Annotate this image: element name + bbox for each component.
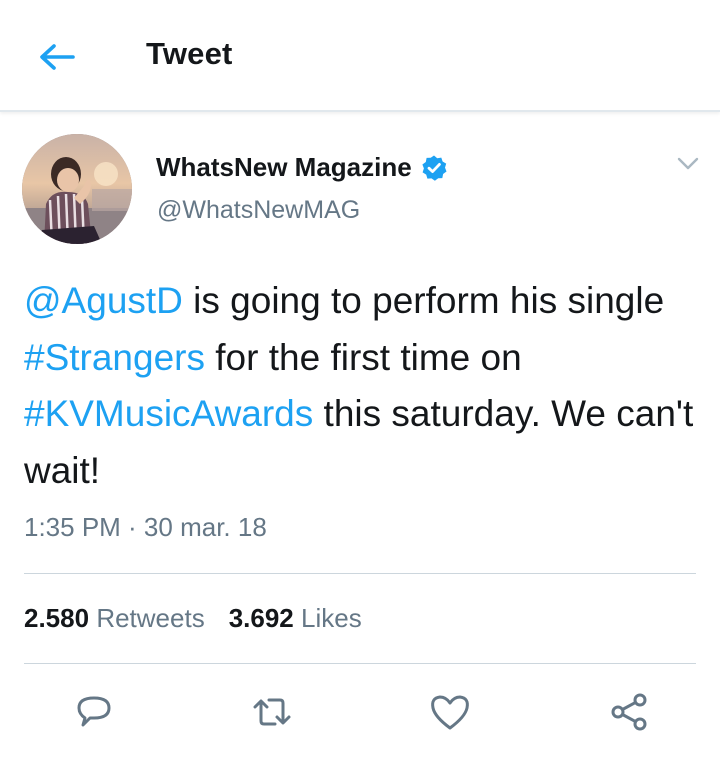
arrow-left-icon <box>40 44 75 70</box>
tweet-text-segment: is going to perform his single <box>182 280 665 321</box>
top-app-bar: Tweet <box>0 0 720 112</box>
more-options-button[interactable] <box>674 152 702 176</box>
back-button[interactable] <box>34 34 80 80</box>
avatar-image <box>22 134 132 244</box>
verified-badge-icon <box>420 154 448 182</box>
page-title: Tweet <box>146 36 233 71</box>
likes-count: 3.692 <box>228 603 294 633</box>
share-button[interactable] <box>608 690 652 734</box>
tweet-text: @AgustD is going to perform his single #… <box>24 273 704 499</box>
like-icon <box>431 695 469 730</box>
share-icon <box>611 693 647 731</box>
tweet-text-segment: for the first time on <box>205 336 522 378</box>
hashtag-link[interactable]: #Strangers <box>24 337 205 378</box>
author-handle[interactable]: @WhatsNewMAG <box>157 196 360 225</box>
tweet-timestamp: 1:35 PM · 30 mar. 18 <box>24 512 267 542</box>
likes-stat[interactable]: 3.692 Likes <box>229 603 362 634</box>
likes-label: Likes <box>301 603 362 633</box>
hashtag-link[interactable]: #KVMusicAwards <box>24 393 313 434</box>
reply-button[interactable] <box>72 690 116 734</box>
retweet-button[interactable] <box>250 690 294 734</box>
divider <box>24 663 696 664</box>
retweets-label: Retweets <box>96 603 205 633</box>
mention-link[interactable]: @AgustD <box>24 280 183 321</box>
author-name-text: WhatsNew Magazine <box>156 152 412 182</box>
retweets-stat[interactable]: 2.580 Retweets <box>24 603 205 634</box>
author-name[interactable]: WhatsNew Magazine <box>156 152 448 183</box>
like-button[interactable] <box>428 690 472 734</box>
avatar[interactable] <box>22 134 132 244</box>
reply-icon <box>77 696 111 727</box>
tweet-stats: 2.580 Retweets 3.692 Likes <box>24 603 362 634</box>
retweet-icon <box>253 698 291 726</box>
divider <box>24 573 696 574</box>
retweets-count: 2.580 <box>24 603 90 633</box>
chevron-down-icon <box>677 157 699 170</box>
